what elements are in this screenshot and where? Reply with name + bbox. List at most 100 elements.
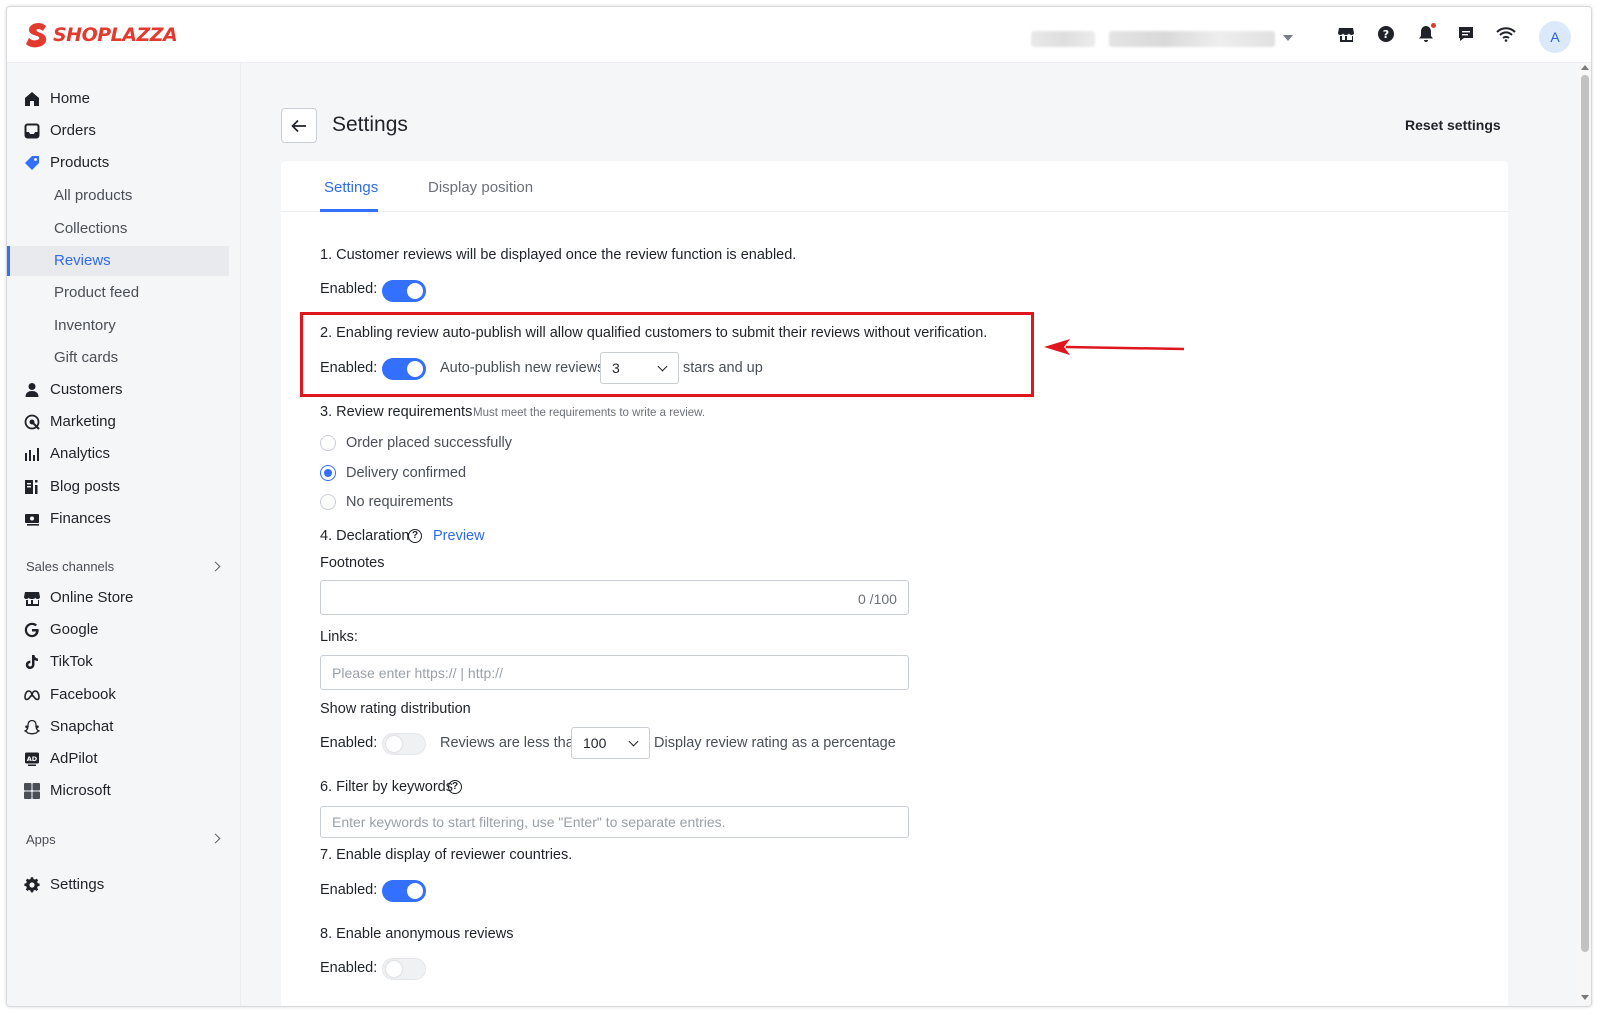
store-icon: [24, 592, 40, 606]
sidebar-item-products[interactable]: Products: [7, 149, 229, 177]
chevron-right-icon[interactable]: [210, 833, 221, 844]
sidebar-item-label: Home: [50, 90, 91, 107]
question-icon[interactable]: ?: [448, 780, 462, 794]
reviews-threshold-value: 100: [583, 735, 607, 751]
footnotes-input[interactable]: [320, 580, 909, 615]
sidebar-subitem-all-products[interactable]: All products: [7, 181, 229, 211]
red-arrow-icon: [1044, 339, 1184, 355]
subitem-label: Product feed: [54, 284, 140, 301]
adpilot-icon: AD: [25, 752, 39, 766]
reviewer-countries-toggle[interactable]: [382, 880, 426, 902]
sidebar-item-label: AdPilot: [50, 750, 98, 767]
reviews-threshold-select[interactable]: 100: [571, 727, 650, 759]
logo-text: SHOPLAZZA: [53, 24, 178, 46]
sidebar-item-marketing[interactable]: Marketing: [7, 408, 229, 436]
sidebar-item-label: Blog posts: [50, 478, 121, 495]
sidebar-item-microsoft[interactable]: Microsoft: [7, 777, 229, 805]
sidebar-item-adpilot[interactable]: AD AdPilot: [7, 745, 229, 773]
tab-settings[interactable]: Settings: [324, 179, 378, 196]
back-button[interactable]: [281, 108, 317, 143]
chevron-down-icon: [628, 736, 639, 747]
notification-dot: [1431, 23, 1436, 28]
top-icons: ?: [1335, 23, 1517, 45]
section7-enabled-label: Enabled:: [320, 882, 378, 898]
reset-settings-button[interactable]: Reset settings: [1405, 117, 1501, 133]
store-icon[interactable]: [1335, 23, 1357, 45]
radio-no-requirements[interactable]: [320, 494, 336, 510]
display-percentage-label: Display review rating as a percentage: [654, 735, 896, 751]
sidebar-item-home[interactable]: Home: [7, 85, 229, 113]
question-icon[interactable]: ?: [408, 529, 422, 543]
microsoft-icon: [24, 783, 40, 799]
sidebar-item-label: Settings: [50, 876, 105, 893]
sidebar-subitem-product-feed[interactable]: Product feed: [7, 278, 229, 308]
footnotes-label: Footnotes: [320, 555, 385, 571]
subitem-label: Inventory: [54, 317, 116, 334]
bell-icon[interactable]: [1415, 23, 1437, 45]
radio-delivery-confirmed[interactable]: [320, 465, 336, 481]
sidebar-item-google[interactable]: Google: [7, 616, 229, 644]
store-selector[interactable]: [1031, 29, 1301, 49]
preview-link[interactable]: Preview: [433, 528, 485, 544]
scroll-thumb[interactable]: [1581, 75, 1589, 952]
radio-order-placed[interactable]: [320, 435, 336, 451]
sidebar-subitem-inventory[interactable]: Inventory: [7, 311, 229, 341]
sidebar-item-label: Orders: [50, 122, 96, 139]
avatar[interactable]: A: [1539, 21, 1571, 53]
subitem-label: Collections: [54, 220, 128, 237]
store-domain-blurred: [1109, 31, 1275, 47]
keywords-input[interactable]: [320, 806, 909, 838]
subitem-label: Reviews: [54, 252, 111, 269]
sidebar-item-label: Microsoft: [50, 782, 111, 799]
section1-enabled-label: Enabled:: [320, 281, 378, 297]
links-input[interactable]: [320, 655, 909, 690]
snapchat-icon: [24, 719, 40, 735]
sidebar-subitem-collections[interactable]: Collections: [7, 214, 229, 244]
gear-icon: [24, 877, 40, 893]
sidebar-subitem-reviews[interactable]: Reviews: [7, 246, 229, 276]
sidebar-item-customers[interactable]: Customers: [7, 376, 229, 404]
sidebar-item-tiktok[interactable]: TikTok: [7, 648, 229, 676]
scroll-up-arrow-icon[interactable]: [1581, 65, 1589, 70]
scroll-down-arrow-icon[interactable]: [1581, 995, 1589, 1000]
apps-label: Apps: [26, 832, 56, 847]
section1-enabled-toggle[interactable]: [382, 280, 426, 302]
section4-title: 4. Declaration: [320, 528, 410, 544]
highlight-box: [300, 312, 1034, 397]
chevron-right-icon[interactable]: [210, 561, 221, 572]
sidebar-item-blog-posts[interactable]: Blog posts: [7, 473, 229, 501]
section3-title: 3. Review requirements: [320, 404, 473, 420]
page-title: Settings: [332, 113, 408, 136]
sidebar-subitem-gift-cards[interactable]: Gift cards: [7, 343, 229, 373]
wifi-icon[interactable]: [1495, 23, 1517, 45]
caret-down-icon: [1283, 35, 1293, 41]
sidebar-item-label: Products: [50, 154, 110, 171]
sidebar-item-finances[interactable]: Finances: [7, 505, 229, 533]
shoplazza-logo-icon: [26, 23, 47, 48]
sidebar-item-facebook[interactable]: Facebook: [7, 681, 229, 709]
anonymous-reviews-toggle[interactable]: [382, 958, 426, 980]
meta-icon: [24, 690, 40, 701]
shoplazza-logo[interactable]: SHOPLAZZA: [25, 22, 178, 48]
active-tab-indicator: [320, 209, 378, 212]
sales-channels-label: Sales channels: [26, 559, 115, 574]
sidebar-item-orders[interactable]: Orders: [7, 117, 229, 145]
tag-icon: [25, 156, 39, 170]
message-icon[interactable]: [1455, 23, 1477, 45]
sidebar-item-settings[interactable]: Settings: [7, 871, 229, 899]
finances-icon: [25, 514, 39, 526]
tiktok-icon: [25, 655, 38, 669]
help-icon[interactable]: ?: [1375, 23, 1397, 45]
settings-card: Settings Display position 1. Customer re…: [281, 161, 1508, 1006]
rating-distribution-toggle[interactable]: [382, 733, 426, 755]
section6-title: 6. Filter by keywords: [320, 779, 453, 795]
person-icon: [25, 383, 39, 397]
sidebar-item-online-store[interactable]: Online Store: [7, 584, 229, 612]
tab-bar: Settings Display position: [281, 161, 1508, 212]
footnotes-counter: 0 /100: [858, 591, 897, 607]
scrollbar[interactable]: [1577, 63, 1591, 1006]
sidebar-item-analytics[interactable]: Analytics: [7, 440, 229, 468]
sidebar-item-snapchat[interactable]: Snapchat: [7, 713, 229, 741]
tab-display-position[interactable]: Display position: [428, 179, 533, 196]
app-window: SHOPLAZZA ? A Home Orders Products All p…: [6, 6, 1592, 1007]
